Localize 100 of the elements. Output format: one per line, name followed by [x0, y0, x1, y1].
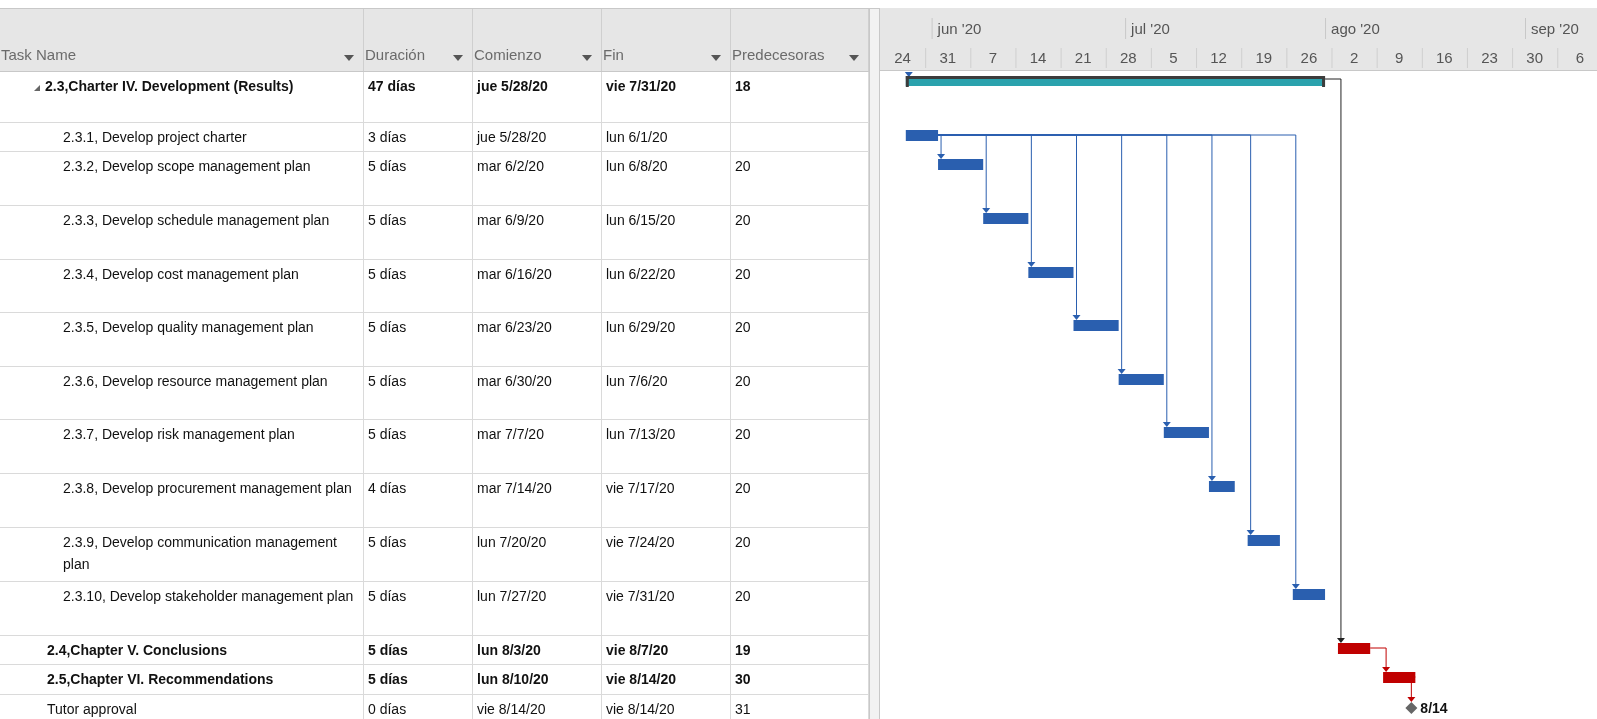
finish-date: vie 8/7/20 [606, 642, 669, 658]
finish-date: vie 7/31/20 [606, 78, 677, 94]
collapse-toggle-icon[interactable] [33, 84, 41, 92]
week-label: 28 [1120, 49, 1137, 66]
start-date: mar 6/9/20 [477, 212, 544, 228]
duration-text: 5 días [368, 319, 407, 335]
duration-text: 5 días [368, 426, 407, 442]
predecessors-text: 20 [735, 426, 751, 442]
start-date: jue 5/28/20 [477, 129, 547, 145]
task-name: 2.3.2, Develop scope management plan [63, 157, 311, 176]
week-label: 9 [1395, 49, 1404, 66]
predecessors-text: 20 [735, 158, 751, 174]
task-name: 2.3.9, Develop communication management plan [63, 533, 338, 574]
predecessors-text: 20 [735, 266, 751, 282]
week-label: 26 [1300, 49, 1318, 66]
task-name: 2.3.4, Develop cost management plan [63, 265, 299, 284]
predecessor-arrow [904, 71, 913, 77]
start-date: mar 7/7/20 [477, 426, 544, 442]
duration-text: 5 días [368, 373, 407, 389]
column-header[interactable]: Fin [603, 46, 624, 63]
milestone-date-label: 8/14 [1420, 700, 1448, 716]
finish-date: lun 6/22/20 [606, 266, 676, 282]
task-name: 2.3.3, Develop schedule management plan [63, 211, 330, 230]
finish-date: vie 7/17/20 [606, 480, 675, 496]
start-date: lun 7/20/20 [477, 534, 547, 550]
column-filter-button[interactable] [579, 53, 595, 63]
duration-text: 5 días [368, 534, 407, 550]
start-date: jue 5/28/20 [477, 78, 548, 94]
start-date: lun 7/27/20 [477, 588, 547, 604]
week-label: 24 [894, 49, 911, 66]
duration-text: 4 días [368, 480, 407, 496]
week-label: 19 [1255, 49, 1273, 66]
week-label: 31 [939, 49, 957, 66]
milestone-diamond[interactable] [1405, 702, 1418, 714]
task-name: 2.3.10, Develop stakeholder management plan [63, 587, 354, 606]
week-label: 16 [1436, 49, 1453, 66]
week-label: 30 [1526, 49, 1543, 66]
duration-text: 0 días [368, 701, 407, 717]
month-label: jun '20 [937, 20, 982, 37]
finish-date: vie 8/14/20 [606, 701, 675, 717]
duration-text: 47 días [368, 78, 416, 94]
task-name: 2.3,Charter IV. Development (Results) [45, 77, 294, 96]
predecessors-text: 20 [735, 480, 751, 496]
predecessors-text: 18 [735, 78, 751, 94]
task-bar[interactable] [905, 130, 939, 141]
dependency-arrow [1369, 647, 1391, 672]
task-name: 2.5,Chapter VI. Recommendations [47, 670, 274, 689]
duration-text: 3 días [368, 129, 407, 145]
week-label: 5 [1169, 49, 1178, 66]
column-header[interactable]: Duración [365, 46, 426, 63]
column-filter-button[interactable] [450, 53, 466, 63]
task-name: 2.3.6, Develop resource management plan [63, 372, 328, 391]
predecessors-text: 31 [735, 701, 751, 717]
finish-date: lun 6/15/20 [606, 212, 676, 228]
finish-date: lun 7/13/20 [606, 426, 676, 442]
critical-task-bar[interactable] [1337, 643, 1371, 654]
start-date: mar 6/16/20 [477, 266, 552, 282]
predecessors-text: 19 [735, 642, 751, 658]
duration-text: 5 días [368, 212, 407, 228]
start-date: mar 6/2/20 [477, 158, 544, 174]
predecessors-text: 20 [735, 319, 751, 335]
week-label: 23 [1481, 49, 1498, 66]
week-label: 7 [988, 49, 998, 66]
start-date: mar 7/14/20 [477, 480, 552, 496]
column-header[interactable]: Task Name [1, 46, 77, 63]
task-name: 2.3.5, Develop quality management plan [63, 318, 314, 337]
finish-date: lun 7/6/20 [606, 373, 668, 389]
week-label: 12 [1210, 49, 1227, 66]
finish-date: lun 6/8/20 [606, 158, 668, 174]
column-header[interactable]: Comienzo [474, 46, 542, 63]
month-label: jul '20 [1131, 20, 1170, 37]
week-label: 14 [1029, 49, 1047, 66]
finish-date: vie 7/24/20 [606, 534, 675, 550]
week-label: 2 [1349, 49, 1359, 66]
predecessors-text: 20 [735, 534, 751, 550]
column-header[interactable]: Predecesoras [732, 46, 825, 63]
column-filter-button[interactable] [341, 53, 357, 63]
task-name: Tutor approval [47, 700, 137, 719]
predecessors-text: 20 [735, 212, 751, 228]
start-date: mar 6/30/20 [477, 373, 552, 389]
column-filter-button[interactable] [708, 53, 724, 63]
finish-date: lun 6/29/20 [606, 319, 676, 335]
column-filter-button[interactable] [846, 53, 862, 63]
finish-date: lun 6/1/20 [606, 129, 668, 145]
task-name: 2.3.1, Develop project charter [63, 128, 247, 147]
finish-date: vie 8/14/20 [606, 671, 677, 687]
duration-text: 5 días [368, 266, 407, 282]
start-date: mar 6/23/20 [477, 319, 552, 335]
predecessors-text: 20 [735, 373, 751, 389]
start-date: lun 8/3/20 [477, 642, 541, 658]
week-label: 21 [1074, 49, 1092, 66]
duration-text: 5 días [368, 588, 407, 604]
predecessors-text: 30 [735, 671, 751, 687]
task-name: 2.4,Chapter V. Conclusions [47, 641, 227, 660]
summary-bar[interactable] [905, 76, 1326, 87]
finish-date: vie 7/31/20 [606, 588, 675, 604]
predecessors-text: 20 [735, 588, 751, 604]
duration-text: 5 días [368, 642, 408, 658]
task-name: 2.3.8, Develop procurement management plan [63, 479, 352, 498]
start-date: vie 8/14/20 [477, 701, 546, 717]
